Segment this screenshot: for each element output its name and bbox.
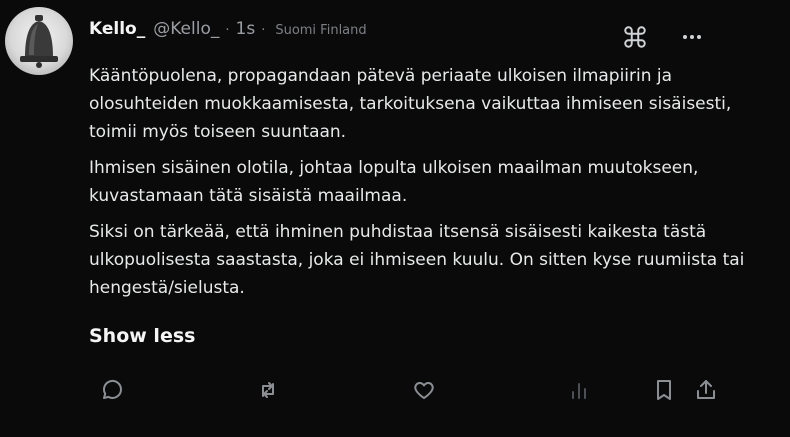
post-paragraph: Kääntöpuolena, propagandaan pätevä peria…	[89, 66, 732, 142]
more-icon[interactable]	[680, 24, 704, 50]
post-card: Kello_ @Kello_ · 1s · Suomi Finland Kään…	[0, 0, 790, 437]
action-bar	[0, 378, 790, 404]
avatar[interactable]	[5, 7, 73, 75]
like-icon[interactable]	[412, 378, 436, 402]
reply-icon[interactable]	[100, 378, 124, 402]
bookmark-icon[interactable]	[652, 378, 676, 402]
command-icon[interactable]	[622, 24, 648, 50]
separator-dot: ·	[261, 23, 266, 38]
post-paragraph: Siksi on tärkeää, että ihminen puhdistaa…	[89, 222, 745, 298]
display-name[interactable]: Kello_	[89, 19, 145, 39]
show-less-button[interactable]: Show less	[89, 325, 195, 347]
user-handle[interactable]: @Kello_	[153, 19, 219, 39]
share-icon[interactable]	[694, 378, 718, 402]
bell-icon	[20, 15, 58, 68]
post-header: Kello_ @Kello_ · 1s · Suomi Finland	[89, 19, 367, 43]
post-paragraph: Ihmisen sisäinen olotila, johtaa lopulta…	[89, 158, 699, 206]
repost-icon[interactable]	[256, 378, 280, 402]
post-time[interactable]: 1s	[236, 19, 256, 39]
post-text: Kääntöpuolena, propagandaan pätevä peria…	[89, 62, 749, 310]
separator-dot: ·	[225, 23, 230, 38]
views-icon[interactable]	[567, 378, 591, 402]
post-location: Suomi Finland	[275, 23, 367, 38]
